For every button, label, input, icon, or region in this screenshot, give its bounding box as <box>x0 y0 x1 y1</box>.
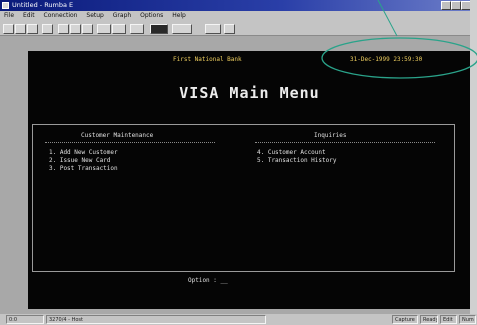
date-time: 31-Dec-1999 23:59:30 <box>350 56 423 63</box>
save-icon[interactable] <box>27 24 38 34</box>
display-icon[interactable] <box>205 24 221 34</box>
menu-help[interactable]: Help <box>172 12 186 19</box>
window-title: Untitled - Rumba E <box>12 1 74 9</box>
menu-box: Customer Maintenance 1. Add New Customer… <box>32 124 455 284</box>
inquiries-divider <box>255 142 435 143</box>
menu-bar: File Edit Connection Setup Graph Options… <box>0 11 470 21</box>
menu-file[interactable]: File <box>4 12 14 19</box>
status-edit: Edit <box>440 315 457 324</box>
menu-edit[interactable]: Edit <box>23 12 35 19</box>
screen-title: VISA Main Menu <box>179 84 320 102</box>
menu-option-2[interactable]: 2. Issue New Card <box>49 157 110 164</box>
inquiries-heading: Inquiries <box>314 132 347 139</box>
menu-option-1[interactable]: 1. Add New Customer <box>49 149 118 156</box>
maximize-button[interactable] <box>451 1 461 10</box>
transfer-icon[interactable] <box>130 24 144 34</box>
disconnect-icon[interactable] <box>112 24 126 34</box>
status-num: Num <box>459 315 476 324</box>
menu-option-5[interactable]: 5. Transaction History <box>257 157 336 164</box>
workspace: First National Bank 31-Dec-1999 23:59:30… <box>0 36 471 314</box>
open-icon[interactable] <box>15 24 26 34</box>
status-capture: Capture <box>392 315 418 324</box>
option-prompt[interactable]: Option : __ <box>188 277 228 284</box>
status-bar: 0:0 3270/4 - Host Capture Ready Edit Num <box>0 314 477 325</box>
menu-connection[interactable]: Connection <box>44 12 78 19</box>
menu-option-4[interactable]: 4. Customer Account <box>257 149 326 156</box>
terminal-screen[interactable]: First National Bank 31-Dec-1999 23:59:30… <box>28 51 471 309</box>
status-session: 3270/4 - Host <box>46 315 266 324</box>
maintenance-divider <box>45 142 215 143</box>
status-ready: Ready <box>420 315 438 324</box>
menu-graph[interactable]: Graph <box>113 12 131 19</box>
menu-options[interactable]: Options <box>140 12 163 19</box>
connect-icon[interactable] <box>97 24 111 34</box>
cut-icon[interactable] <box>58 24 69 34</box>
paste-icon[interactable] <box>82 24 93 34</box>
print-icon[interactable] <box>42 24 53 34</box>
new-icon[interactable] <box>3 24 14 34</box>
menu-option-3[interactable]: 3. Post Transaction <box>49 165 118 172</box>
emulator-window: Untitled - Rumba E File Edit Connection … <box>0 0 477 325</box>
play-icon[interactable] <box>172 24 192 34</box>
app-icon <box>2 2 9 9</box>
minimize-button[interactable] <box>441 1 451 10</box>
menu-setup[interactable]: Setup <box>86 12 103 19</box>
window-edge <box>470 0 477 314</box>
bank-name: First National Bank <box>173 56 242 63</box>
customer-maintenance-heading: Customer Maintenance <box>81 132 154 139</box>
record-icon[interactable] <box>150 24 168 34</box>
title-bar: Untitled - Rumba E <box>0 0 471 11</box>
help-icon[interactable] <box>224 24 235 34</box>
copy-icon[interactable] <box>70 24 81 34</box>
toolbar <box>0 21 470 36</box>
status-position: 0:0 <box>6 315 44 324</box>
